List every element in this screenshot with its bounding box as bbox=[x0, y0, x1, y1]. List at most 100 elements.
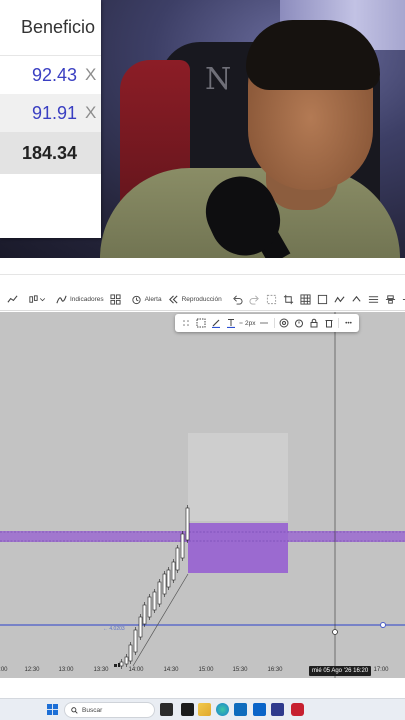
line-width-button[interactable]: 2px bbox=[239, 316, 256, 330]
divider bbox=[273, 318, 275, 328]
app-red-icon[interactable] bbox=[291, 703, 304, 716]
crop-button[interactable] bbox=[280, 290, 297, 310]
time-tick-label: 13:30 bbox=[93, 667, 109, 673]
text-color-button[interactable] bbox=[224, 316, 237, 330]
drag-handle-icon[interactable] bbox=[179, 316, 192, 330]
table-grid-icon bbox=[300, 294, 311, 305]
candle bbox=[157, 581, 162, 605]
window-bottom bbox=[0, 678, 405, 698]
replay-button[interactable]: Reproducción bbox=[165, 290, 225, 310]
stop-zone bbox=[188, 523, 288, 573]
profit-value: 91.91 bbox=[31, 102, 77, 123]
trash-icon bbox=[325, 320, 333, 328]
close-position-button[interactable]: X bbox=[85, 65, 96, 85]
square-tool-button[interactable] bbox=[314, 290, 331, 310]
templates-button[interactable] bbox=[107, 290, 124, 310]
price-band bbox=[0, 531, 405, 542]
more-button[interactable]: ••• bbox=[342, 316, 355, 330]
candles-button[interactable] bbox=[25, 290, 49, 310]
undo-icon bbox=[232, 295, 243, 305]
brush-icon bbox=[211, 319, 220, 328]
indicators-label: Indicadores bbox=[70, 296, 104, 303]
chart-type-button[interactable] bbox=[4, 290, 21, 310]
time-tick-label: 15:30 bbox=[232, 667, 248, 673]
profit-panel: Beneficio 92.43 X 91.91 X 184.34 bbox=[0, 0, 101, 238]
chart-toolbar: Indicadores Alerta Reproducción bbox=[0, 289, 405, 311]
edge-browser-icon[interactable] bbox=[216, 703, 229, 716]
trend-tool-button[interactable] bbox=[331, 290, 348, 310]
candle bbox=[133, 629, 138, 653]
lock-button[interactable] bbox=[307, 316, 320, 330]
search-placeholder: Buscar bbox=[82, 706, 103, 714]
layout-grid-button[interactable] bbox=[297, 290, 314, 310]
time-tick-label: 12:00 bbox=[0, 667, 8, 673]
arrow-up-icon bbox=[352, 295, 361, 302]
align-tool-button[interactable] bbox=[382, 290, 399, 310]
fib-tool-button[interactable] bbox=[365, 290, 382, 310]
profit-value: 92.43 bbox=[31, 64, 77, 85]
chevron-down-icon bbox=[39, 298, 46, 302]
visibility-button[interactable] bbox=[277, 316, 290, 330]
dashed-square-icon bbox=[266, 294, 276, 305]
line-width-icon bbox=[239, 322, 243, 324]
square-icon bbox=[317, 294, 327, 305]
crosshair-tool-button[interactable] bbox=[399, 290, 405, 310]
crosshair-point bbox=[332, 629, 338, 635]
alert-add-button[interactable] bbox=[292, 316, 305, 330]
task-view-icon[interactable] bbox=[160, 703, 173, 716]
taskbar-search[interactable]: Buscar bbox=[64, 702, 155, 718]
alert-button[interactable]: Alerta bbox=[128, 290, 165, 310]
delete-button[interactable] bbox=[322, 316, 335, 330]
line-width-label: 2px bbox=[245, 319, 256, 327]
alert-label: Alerta bbox=[144, 296, 162, 303]
text-icon bbox=[226, 319, 235, 328]
close-position-button[interactable]: X bbox=[85, 103, 96, 123]
outlook-icon[interactable] bbox=[253, 703, 266, 716]
line-handle bbox=[380, 622, 386, 628]
search-icon bbox=[71, 706, 78, 714]
crosshair-time-label: mié 05 Ago '26 16:20 bbox=[309, 666, 372, 676]
price-chart[interactable] bbox=[0, 312, 405, 678]
fill-color-button[interactable] bbox=[209, 316, 222, 330]
line-style-icon bbox=[260, 322, 269, 324]
candle bbox=[166, 569, 171, 588]
candle bbox=[175, 547, 180, 571]
windows-start-icon[interactable] bbox=[47, 704, 58, 715]
time-tick-label: 14:00 bbox=[128, 667, 144, 673]
redo-button[interactable] bbox=[246, 290, 263, 310]
time-tick-label: 12:30 bbox=[24, 667, 40, 673]
file-explorer-icon[interactable] bbox=[198, 703, 211, 716]
webcam-feed: N Beneficio 92.43 X 91.91 X 184.34 bbox=[0, 0, 405, 258]
indicators-button[interactable]: Indicadores bbox=[53, 290, 107, 310]
crop-icon bbox=[283, 294, 293, 305]
fullscreen-select-button[interactable] bbox=[263, 290, 280, 310]
candle bbox=[152, 591, 157, 611]
template-button[interactable] bbox=[194, 316, 207, 330]
candle bbox=[138, 616, 143, 638]
candle bbox=[124, 656, 129, 665]
app-blue-icon[interactable] bbox=[271, 703, 284, 716]
profit-row: 92.43 X bbox=[0, 56, 101, 94]
app-dark-icon[interactable] bbox=[181, 703, 194, 716]
time-tick-label: 17:00 bbox=[373, 667, 389, 673]
candle bbox=[147, 596, 152, 618]
line-style-button[interactable] bbox=[258, 316, 271, 330]
profit-row: 91.91 X bbox=[0, 94, 101, 132]
alarm-icon bbox=[294, 319, 303, 328]
zigzag-icon bbox=[334, 296, 345, 303]
candle bbox=[162, 573, 167, 595]
candle bbox=[185, 507, 190, 541]
store-icon[interactable] bbox=[234, 703, 247, 716]
lines-icon bbox=[368, 296, 378, 303]
chart-canvas bbox=[0, 312, 405, 678]
template-icon bbox=[196, 318, 205, 328]
time-axis: mié 05 Ago '26 16:20 12:00 12:30 13:00 13:3… bbox=[0, 665, 405, 678]
indicators-icon bbox=[56, 295, 67, 304]
arrow-up-tool-button[interactable] bbox=[348, 290, 365, 310]
price-line-label: ← 4.0203 bbox=[103, 626, 125, 632]
time-tick-label: 15:00 bbox=[198, 667, 214, 673]
undo-button[interactable] bbox=[229, 290, 246, 310]
time-tick-label: 16:30 bbox=[267, 667, 283, 673]
candle bbox=[142, 604, 147, 625]
replay-icon bbox=[168, 295, 178, 304]
